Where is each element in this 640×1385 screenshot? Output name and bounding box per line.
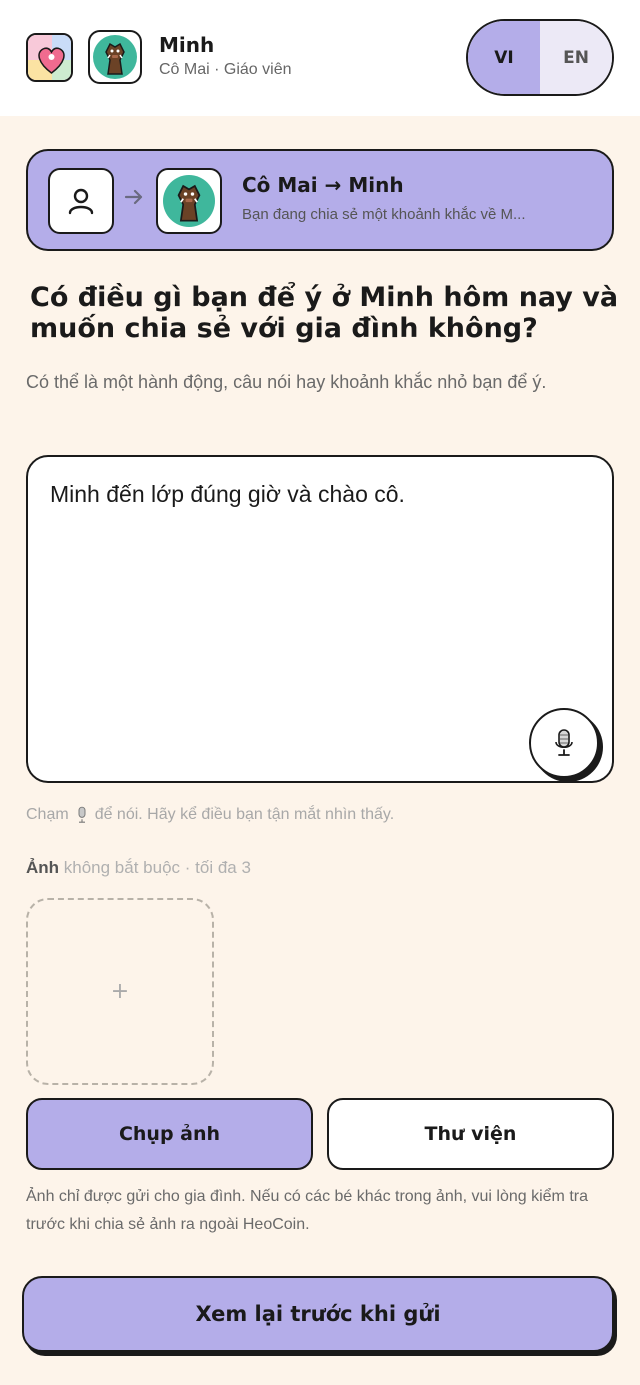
app-header: Minh Cô Mai · Giáo viên VI EN (0, 0, 640, 116)
lang-option-en[interactable]: EN (540, 21, 612, 94)
boar-avatar-icon (163, 175, 215, 227)
microphone-icon (78, 806, 86, 823)
review-before-send-button[interactable]: Xem lại trước khi gửi (22, 1276, 614, 1352)
child-name: Minh (159, 33, 215, 57)
photo-label-rest: không bắt buộc · tối đa 3 (59, 858, 251, 877)
arrow-right-icon (124, 189, 143, 205)
moment-text-input[interactable]: Minh đến lớp đúng giờ và chào cô. (26, 455, 614, 783)
photo-section-label: Ảnh không bắt buộc · tối đa 3 (26, 858, 251, 878)
photo-library-button[interactable]: Thư viện (327, 1098, 614, 1170)
prompt-question: Có điều gì bạn để ý ở Minh hôm nay và mu… (30, 282, 619, 344)
teacher-role-label: Cô Mai · Giáo viên (159, 61, 292, 78)
language-toggle[interactable]: VI EN (466, 19, 614, 96)
add-photo-slot[interactable]: + (26, 898, 214, 1085)
microphone-icon (555, 729, 573, 756)
child-avatar-banner (156, 168, 222, 234)
plus-icon: + (110, 979, 130, 1004)
take-photo-button[interactable]: Chụp ảnh (26, 1098, 313, 1170)
moment-text-value[interactable]: Minh đến lớp đúng giờ và chào cô. (50, 481, 405, 508)
heart-app-logo-icon[interactable] (26, 33, 73, 82)
photo-label-bold: Ảnh (26, 858, 60, 877)
mic-hint-before: Chạm (26, 806, 69, 823)
teacher-avatar (48, 168, 114, 234)
banner-subtitle: Bạn đang chia sẻ một khoảnh khắc về M... (242, 206, 526, 223)
share-context-banner: Cô Mai → Minh Bạn đang chia sẻ một khoản… (26, 149, 614, 251)
lang-option-vi[interactable]: VI (468, 21, 540, 94)
mic-hint-after: để nói. Hãy kể điều bạn tận mắt nhìn thấ… (94, 806, 395, 823)
boar-avatar-icon (93, 35, 137, 79)
microphone-button[interactable] (529, 708, 599, 778)
photo-privacy-note: Ảnh chỉ được gửi cho gia đình. Nếu có cá… (26, 1188, 588, 1233)
child-avatar[interactable] (88, 30, 142, 84)
prompt-helper-text: Có thể là một hành động, câu nói hay kho… (26, 372, 547, 392)
photo-actions: Chụp ảnh Thư viện (26, 1098, 614, 1170)
banner-title: Cô Mai → Minh (242, 173, 404, 197)
mic-hint: Chạm để nói. Hãy kể điều bạn tận mắt nhì… (26, 806, 394, 824)
person-icon (68, 188, 94, 215)
